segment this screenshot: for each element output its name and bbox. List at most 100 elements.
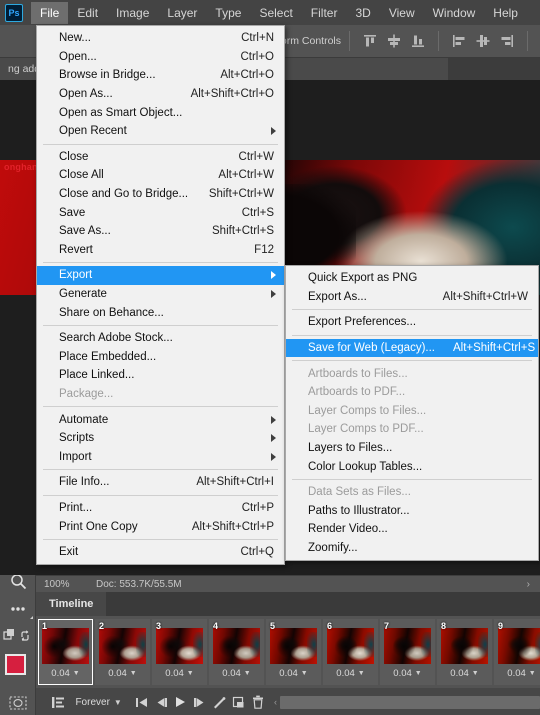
menu-item-share-on-behance[interactable]: Share on Behance...: [37, 303, 284, 322]
menubar-item-image[interactable]: Image: [107, 2, 158, 24]
timeline-frame[interactable]: 6 0.04 ▼: [323, 619, 378, 685]
timeline-frame[interactable]: 8 0.04 ▼: [437, 619, 492, 685]
menu-item-quick-export-as-png[interactable]: Quick Export as PNG: [286, 269, 538, 288]
delete-frame-icon[interactable]: [249, 692, 268, 712]
menu-item-close-all[interactable]: Close All Alt+Ctrl+W: [37, 166, 284, 185]
menu-item-browse-in-bridge[interactable]: Browse in Bridge... Alt+Ctrl+O: [37, 66, 284, 85]
menu-item-place-linked[interactable]: Place Linked...: [37, 366, 284, 385]
frame-delay-control[interactable]: 0.04 ▼: [279, 668, 307, 679]
menu-item-generate[interactable]: Generate: [37, 285, 284, 304]
menu-item-open-as[interactable]: Open As... Alt+Shift+Ctrl+O: [37, 85, 284, 104]
frame-delay-control[interactable]: 0.04 ▼: [165, 668, 193, 679]
select-first-frame-icon[interactable]: [132, 692, 151, 712]
timeline-scroll-area[interactable]: ‹: [274, 695, 540, 709]
menu-item-open[interactable]: Open... Ctrl+O: [37, 48, 284, 67]
menu-item-export-as[interactable]: Export As... Alt+Shift+Ctrl+W: [286, 288, 538, 307]
status-expander-icon[interactable]: ›: [527, 579, 540, 590]
frame-delay-control[interactable]: 0.04 ▼: [222, 668, 250, 679]
menu-item-zoomify[interactable]: Zoomify...: [286, 539, 538, 558]
play-animation-icon[interactable]: [171, 692, 190, 712]
menu-item-print[interactable]: Print... Ctrl+P: [37, 499, 284, 518]
zoom-level[interactable]: 100%: [36, 579, 96, 590]
loop-option-chevron-down-icon[interactable]: ▼: [114, 698, 122, 707]
select-next-frame-icon[interactable]: [190, 692, 209, 712]
chevron-down-icon[interactable]: ▼: [358, 670, 365, 677]
frame-delay-control[interactable]: 0.04 ▼: [393, 668, 421, 679]
frame-delay-control[interactable]: 0.04 ▼: [450, 668, 478, 679]
timeline-frame[interactable]: 4 0.04 ▼: [209, 619, 264, 685]
frame-delay-control[interactable]: 0.04 ▼: [507, 668, 535, 679]
menu-item-open-recent[interactable]: Open Recent: [37, 122, 284, 141]
select-previous-frame-icon[interactable]: [151, 692, 170, 712]
chevron-down-icon[interactable]: ▼: [472, 670, 479, 677]
align-bottom-edges-icon[interactable]: [410, 33, 426, 49]
chevron-down-icon[interactable]: ▼: [529, 670, 536, 677]
file-menu-dropdown[interactable]: New... Ctrl+N Open... Ctrl+O Browse in Bridg…: [36, 25, 285, 566]
menubar-item-type[interactable]: Type: [206, 2, 250, 24]
timeline-scrollbar[interactable]: [280, 695, 540, 709]
frame-delay-control[interactable]: 0.04 ▼: [108, 668, 136, 679]
menubar-item-3d[interactable]: 3D: [346, 2, 379, 24]
menubar-item-layer[interactable]: Layer: [158, 2, 206, 24]
chevron-down-icon[interactable]: ▼: [130, 670, 137, 677]
menu-item-color-lookup-tables[interactable]: Color Lookup Tables...: [286, 457, 538, 476]
timeline-frame[interactable]: 1 0.04 ▼: [38, 619, 93, 685]
loop-option-value[interactable]: Forever: [75, 697, 109, 708]
align-top-edges-icon[interactable]: [362, 33, 378, 49]
menu-item-open-as-smart-object[interactable]: Open as Smart Object...: [37, 103, 284, 122]
menu-item-search-adobe-stock[interactable]: Search Adobe Stock...: [37, 329, 284, 348]
chevron-down-icon[interactable]: ▼: [415, 670, 422, 677]
timeline-frame[interactable]: 3 0.04 ▼: [152, 619, 207, 685]
scroll-left-icon[interactable]: ‹: [274, 697, 277, 707]
menu-item-close-and-go-to-bridge[interactable]: Close and Go to Bridge... Shift+Ctrl+W: [37, 185, 284, 204]
menu-item-exit[interactable]: Exit Ctrl+Q: [37, 543, 284, 562]
frame-delay-control[interactable]: 0.04 ▼: [336, 668, 364, 679]
menu-item-print-one-copy[interactable]: Print One Copy Alt+Shift+Ctrl+P: [37, 517, 284, 536]
chevron-down-icon[interactable]: ▼: [244, 670, 251, 677]
duplicate-frame-icon[interactable]: [229, 692, 248, 712]
menu-item-close[interactable]: Close Ctrl+W: [37, 148, 284, 167]
menu-item-place-embedded[interactable]: Place Embedded...: [37, 348, 284, 367]
edit-toolbar-tool[interactable]: [0, 595, 36, 622]
timeline-frame[interactable]: 7 0.04 ▼: [380, 619, 435, 685]
menubar-item-filter[interactable]: Filter: [302, 2, 347, 24]
quick-mask-mode-icon[interactable]: [0, 689, 36, 715]
menu-item-save-as[interactable]: Save As... Shift+Ctrl+S: [37, 222, 284, 241]
menu-item-import[interactable]: Import: [37, 447, 284, 466]
menu-item-layers-to-files[interactable]: Layers to Files...: [286, 439, 538, 458]
tween-frames-icon[interactable]: [48, 692, 67, 712]
quick-mask-and-swap-colors[interactable]: [0, 622, 36, 649]
align-horizontal-centers-icon[interactable]: [475, 33, 491, 49]
chevron-down-icon[interactable]: ▼: [73, 670, 80, 677]
chevron-down-icon[interactable]: ▼: [187, 670, 194, 677]
menubar-item-file[interactable]: File: [31, 1, 69, 24]
menu-item-export-preferences[interactable]: Export Preferences...: [286, 313, 538, 332]
align-vertical-centers-icon[interactable]: [386, 33, 402, 49]
menubar-item-help[interactable]: Help: [484, 2, 527, 24]
menubar-item-window[interactable]: Window: [424, 2, 485, 24]
chevron-down-icon[interactable]: ▼: [301, 670, 308, 677]
tab-timeline[interactable]: Timeline: [36, 592, 107, 616]
foreground-color-swatch[interactable]: [5, 654, 26, 675]
menu-item-paths-to-illustrator[interactable]: Paths to Illustrator...: [286, 502, 538, 521]
document-size-info[interactable]: Doc: 553.7K/55.5M: [96, 579, 527, 590]
menu-item-save[interactable]: Save Ctrl+S: [37, 203, 284, 222]
align-left-edges-icon[interactable]: [451, 33, 467, 49]
menubar-item-view[interactable]: View: [380, 2, 424, 24]
menu-item-export[interactable]: Export: [37, 266, 284, 285]
menubar-item-edit[interactable]: Edit: [68, 2, 107, 24]
align-right-edges-icon[interactable]: [499, 33, 515, 49]
tween-animation-frames-icon[interactable]: [210, 692, 229, 712]
menubar-item-select[interactable]: Select: [250, 2, 301, 24]
timeline-frames-list[interactable]: 1 0.04 ▼ 2 0.04 ▼ 3 0.04 ▼ 4 0.04 ▼ 5 0.04 ▼ 6 0.04 ▼ 7 0.0…: [36, 616, 540, 688]
menu-item-new[interactable]: New... Ctrl+N: [37, 29, 284, 48]
menu-item-render-video[interactable]: Render Video...: [286, 520, 538, 539]
menu-item-revert[interactable]: Revert F12: [37, 241, 284, 260]
menu-item-scripts[interactable]: Scripts: [37, 429, 284, 448]
menu-item-automate[interactable]: Automate: [37, 410, 284, 429]
menu-item-file-info[interactable]: File Info... Alt+Shift+Ctrl+I: [37, 473, 284, 492]
export-submenu-dropdown[interactable]: Quick Export as PNG Export As... Alt+Shift…: [285, 265, 539, 562]
frame-delay-control[interactable]: 0.04 ▼: [51, 668, 79, 679]
color-swatches[interactable]: [0, 649, 36, 689]
timeline-frame[interactable]: 2 0.04 ▼: [95, 619, 150, 685]
